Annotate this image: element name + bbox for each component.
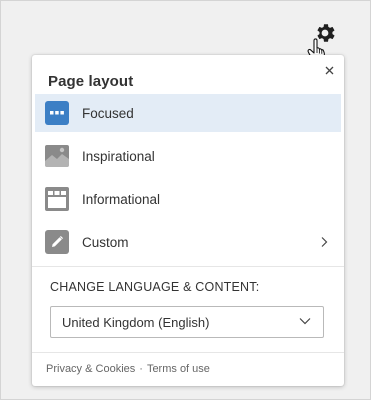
footer-links: Privacy & Cookies · Terms of use <box>46 363 210 375</box>
page-layout-panel: Page layout Focused Inspirational Inform… <box>32 55 344 386</box>
close-button[interactable] <box>322 63 336 77</box>
language-select-value: United Kingdom (English) <box>62 315 210 330</box>
panel-title: Page layout <box>48 73 134 90</box>
layout-label-inspirational: Inspirational <box>82 148 155 164</box>
pencil-icon <box>45 230 69 254</box>
language-section-label: CHANGE LANGUAGE & CONTENT: <box>50 280 260 294</box>
inspirational-layout-icon <box>45 144 69 168</box>
layout-label-informational: Informational <box>82 191 161 207</box>
chevron-down-icon <box>299 318 311 325</box>
informational-layout-icon <box>45 187 69 211</box>
chevron-right-icon <box>321 237 328 247</box>
footer-separator: · <box>139 363 143 375</box>
layout-option-inspirational[interactable]: Inspirational <box>35 137 341 175</box>
layout-list: Focused Inspirational Informational Cust… <box>35 94 341 266</box>
privacy-cookies-link[interactable]: Privacy & Cookies <box>46 363 135 375</box>
layout-label-focused: Focused <box>82 105 134 121</box>
layout-label-custom: Custom <box>82 234 129 250</box>
section-divider <box>32 266 344 267</box>
terms-of-use-link[interactable]: Terms of use <box>147 363 210 375</box>
focused-layout-icon <box>45 101 69 125</box>
layout-option-custom[interactable]: Custom <box>35 223 341 261</box>
layout-option-informational[interactable]: Informational <box>35 180 341 218</box>
footer-divider <box>32 352 344 353</box>
layout-option-focused[interactable]: Focused <box>35 94 341 132</box>
page-background: Page layout Focused Inspirational Inform… <box>0 0 371 400</box>
close-icon <box>325 66 333 74</box>
language-select[interactable]: United Kingdom (English) <box>50 306 324 338</box>
